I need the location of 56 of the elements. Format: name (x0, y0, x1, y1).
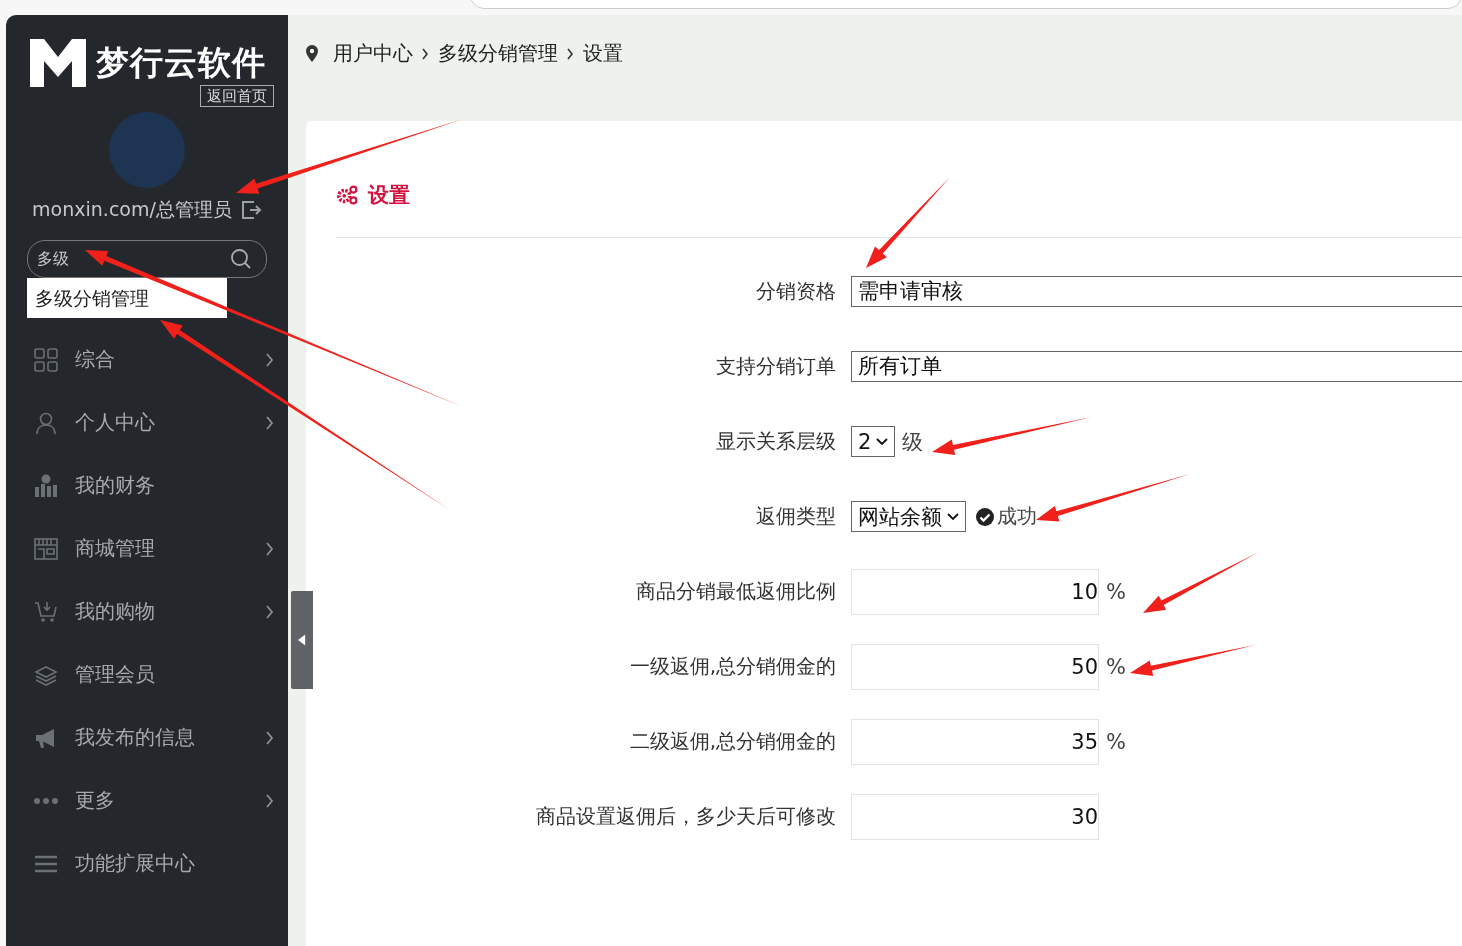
user-name: monxin.com/总管理员 (32, 197, 232, 222)
number-field[interactable]: 50 (851, 643, 1099, 690)
field-label: 返佣类型 (755, 503, 837, 530)
location-pin-icon (306, 45, 318, 62)
nav-item[interactable]: 我发布的信息 (6, 706, 288, 769)
breadcrumb-link[interactable]: 用户中心 (333, 40, 413, 67)
field-label: 一级返佣,总分销佣金的 (628, 653, 837, 680)
unit-label: 级 (902, 428, 924, 456)
collapse-handle[interactable] (291, 591, 313, 689)
grid-icon (34, 347, 58, 372)
chevron-right-icon (422, 47, 429, 60)
nav-item[interactable]: 功能扩展中心 (6, 832, 288, 895)
nav-item[interactable]: 我的购物 (6, 580, 288, 643)
gears-icon (336, 185, 358, 205)
field-label: 商品设置返佣后，多少天后可修改 (535, 803, 837, 830)
nav-item[interactable]: 个人中心 (6, 391, 288, 454)
select-field[interactable]: 2 (851, 426, 896, 457)
dots-icon (34, 797, 58, 804)
unit-label: % (1106, 579, 1126, 604)
nav-item[interactable]: 综合 (6, 328, 288, 391)
check-circle-icon (976, 507, 994, 526)
nav-item[interactable]: 商城管理 (6, 517, 288, 580)
status-text: 成功 (997, 503, 1037, 530)
number-field[interactable]: 35 (851, 718, 1099, 765)
coin-chart-icon (34, 473, 58, 498)
field-label: 二级返佣,总分销佣金的 (628, 728, 837, 755)
search-result[interactable]: 多级分销管理 (27, 278, 227, 318)
search-icon[interactable] (230, 248, 252, 270)
logout-icon[interactable] (239, 199, 262, 221)
nav-item[interactable]: 更多 (6, 769, 288, 832)
breadcrumb-link[interactable]: 设置 (583, 40, 623, 67)
nav-item[interactable]: 我的财务 (6, 454, 288, 517)
caret-icon (947, 512, 959, 521)
unit-label: % (1106, 654, 1126, 679)
person-icon (34, 410, 58, 435)
number-field[interactable]: 10 (851, 568, 1099, 615)
caret-icon (876, 437, 889, 446)
storefront-icon (34, 536, 58, 561)
field-label: 显示关系层级 (715, 428, 837, 455)
select-field[interactable]: 网站余额 (851, 501, 966, 532)
field-label: 分销资格 (755, 278, 837, 305)
unit-label: % (1106, 729, 1126, 754)
text-field[interactable]: 需申请审核 (851, 276, 1462, 307)
number-field[interactable]: 30 (851, 793, 1099, 840)
nav-item[interactable]: 管理会员 (6, 643, 288, 706)
chevron-right-icon (567, 47, 574, 60)
panel-title: 设置 (368, 182, 410, 209)
field-label: 商品分销最低返佣比例 (635, 578, 837, 605)
cart-icon (34, 599, 58, 624)
field-label: 支持分销订单 (715, 353, 837, 380)
search-text: 多级 (37, 248, 69, 270)
home-link[interactable]: 返回首页 (200, 85, 274, 107)
text-field[interactable]: 所有订单 (851, 351, 1462, 382)
breadcrumb-link[interactable]: 多级分销管理 (438, 40, 558, 67)
logo-icon[interactable] (30, 39, 86, 87)
brand-name: 梦行云软件 (96, 41, 266, 84)
